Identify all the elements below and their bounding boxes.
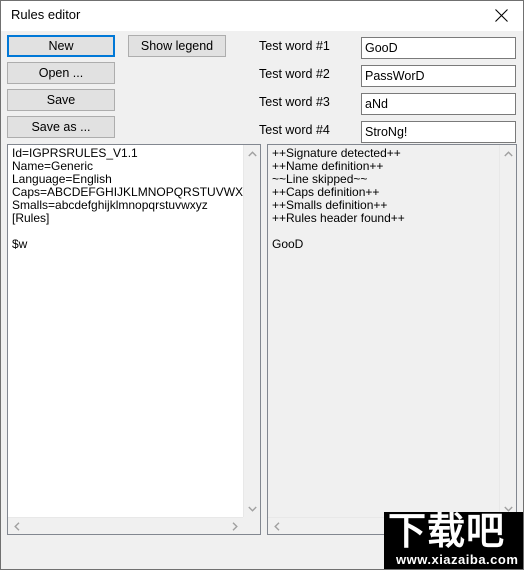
- test-word-3-label: Test word #3: [259, 95, 330, 109]
- dialog-client-area: New Open ... Save Save as ... Show legen…: [1, 31, 523, 569]
- rules-horizontal-scrollbar[interactable]: [8, 517, 243, 534]
- titlebar: Rules editor: [1, 1, 523, 31]
- test-word-2-label: Test word #2: [259, 67, 330, 81]
- window-title: Rules editor: [11, 7, 81, 22]
- chevron-up-icon[interactable]: [500, 145, 516, 162]
- output-log-panel: ++Signature detected++ ++Name definition…: [267, 144, 517, 535]
- output-log-textarea: ++Signature detected++ ++Name definition…: [268, 145, 499, 517]
- watermark: 下载吧 www.xiazaiba.com: [384, 512, 523, 569]
- save-as-button[interactable]: Save as ...: [7, 116, 115, 138]
- watermark-logo-text: 下载吧: [388, 512, 506, 553]
- test-word-2-input[interactable]: [361, 65, 516, 87]
- open-button[interactable]: Open ...: [7, 62, 115, 84]
- test-word-3-input[interactable]: [361, 93, 516, 115]
- rules-text-panel: Id=IGPRSRULES_V1.1 Name=Generic Language…: [7, 144, 261, 535]
- rules-scrollbar-corner: [243, 517, 260, 534]
- chevron-left-icon[interactable]: [268, 518, 285, 534]
- watermark-url: www.xiazaiba.com: [396, 552, 519, 567]
- chevron-down-icon[interactable]: [244, 500, 260, 517]
- test-word-4-label: Test word #4: [259, 123, 330, 137]
- test-word-1-input[interactable]: [361, 37, 516, 59]
- close-icon[interactable]: [479, 1, 523, 30]
- rules-vertical-scrollbar[interactable]: [243, 145, 260, 517]
- new-button[interactable]: New: [7, 35, 115, 57]
- chevron-right-icon[interactable]: [226, 518, 243, 534]
- show-legend-button[interactable]: Show legend: [128, 35, 226, 57]
- rules-textarea[interactable]: Id=IGPRSRULES_V1.1 Name=Generic Language…: [8, 145, 243, 517]
- chevron-left-icon[interactable]: [8, 518, 25, 534]
- test-word-1-label: Test word #1: [259, 39, 330, 53]
- output-vertical-scrollbar[interactable]: [499, 145, 516, 517]
- test-word-4-input[interactable]: [361, 121, 516, 143]
- save-button[interactable]: Save: [7, 89, 115, 111]
- rules-editor-window: Rules editor New Open ... Save Save as .…: [0, 0, 524, 570]
- chevron-up-icon[interactable]: [244, 145, 260, 162]
